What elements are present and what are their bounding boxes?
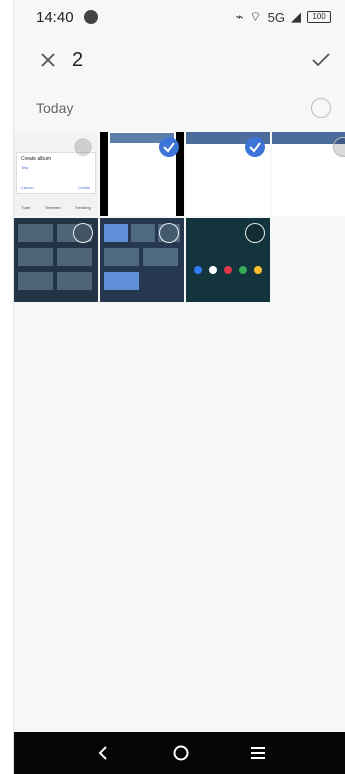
app-icon <box>239 266 247 274</box>
dialog-cancel: Cancel <box>21 185 34 190</box>
selected-count: 2 <box>72 49 84 71</box>
app-icon <box>224 266 232 274</box>
selected-check[interactable] <box>159 137 179 157</box>
selected-check[interactable] <box>245 137 265 157</box>
quick-setting-tile <box>131 224 155 242</box>
menu-icon <box>251 747 265 759</box>
thumbnail-tabs: Tune Trimmed Trending <box>14 205 98 210</box>
app-window: 14:40 ⌁ ⌔ 5G ◢ 100 2 Today Create album … <box>0 0 345 774</box>
dialog-value: Test <box>21 165 29 170</box>
quick-setting-tile <box>18 248 53 266</box>
photo-thumbnail-3[interactable] <box>186 132 270 216</box>
select-all-radio[interactable] <box>311 98 331 118</box>
battery-indicator: 100 <box>307 11 331 23</box>
app-icons <box>194 266 262 276</box>
section-title: Today <box>36 100 74 116</box>
quick-setting-tile <box>104 272 139 290</box>
app-icon <box>254 266 262 274</box>
photo-grid: Create album Test Cancel Create Tune Tri… <box>14 132 345 302</box>
check-icon <box>163 142 175 153</box>
quick-setting-tile <box>143 248 178 266</box>
confirm-selection-button[interactable] <box>307 46 335 74</box>
app-icon <box>209 266 217 274</box>
tab-label: Tune <box>21 205 31 210</box>
tab-label: Trending <box>75 205 91 210</box>
selection-circle[interactable] <box>245 223 265 243</box>
nfc-icon: ⌁ <box>235 9 244 24</box>
home-button[interactable] <box>169 743 193 763</box>
selection-circle[interactable] <box>333 137 345 157</box>
quick-setting-tile <box>104 248 139 266</box>
app-icon <box>194 266 202 274</box>
selection-toolbar: 2 <box>14 34 345 88</box>
tab-label: Trimmed <box>44 205 61 210</box>
photo-thumbnail-6[interactable] <box>100 218 184 302</box>
status-bar: 14:40 ⌁ ⌔ 5G ◢ 100 <box>14 0 345 34</box>
close-icon <box>41 53 55 67</box>
selection-circle[interactable] <box>73 137 93 157</box>
check-icon <box>249 142 261 153</box>
home-icon <box>173 745 189 761</box>
photo-thumbnail-2[interactable] <box>100 132 184 216</box>
quick-setting-tile <box>57 248 92 266</box>
back-button[interactable] <box>92 743 116 763</box>
wifi-icon: ⌔ <box>249 9 262 24</box>
system-navigation-bar <box>14 732 345 774</box>
account-status-icon <box>84 10 98 24</box>
selection-circle[interactable] <box>159 223 179 243</box>
signal-icon: ◢ <box>291 9 301 24</box>
photo-thumbnail-1[interactable]: Create album Test Cancel Create Tune Tri… <box>14 132 98 216</box>
dialog-create: Create <box>77 185 90 190</box>
photo-thumbnail-7[interactable] <box>186 218 270 302</box>
status-icons: ⌁ ⌔ 5G ◢ 100 <box>236 9 331 25</box>
quick-setting-tile <box>104 224 128 242</box>
check-icon <box>312 53 330 67</box>
close-selection-button[interactable] <box>34 46 62 74</box>
photo-thumbnail-4[interactable] <box>272 132 345 216</box>
recent-apps-button[interactable] <box>246 743 270 763</box>
left-bezel <box>0 0 14 774</box>
selection-circle[interactable] <box>73 223 93 243</box>
create-album-dialog: Create album Test Cancel Create <box>16 152 96 194</box>
network-label: 5G <box>267 9 285 25</box>
gallery-screen: 14:40 ⌁ ⌔ 5G ◢ 100 2 Today Create album … <box>14 0 345 774</box>
status-time: 14:40 <box>36 9 74 26</box>
quick-setting-tile <box>18 272 53 290</box>
photo-thumbnail-5[interactable] <box>14 218 98 302</box>
back-icon <box>98 746 107 760</box>
quick-setting-tile <box>57 272 92 290</box>
quick-setting-tile <box>18 224 53 242</box>
